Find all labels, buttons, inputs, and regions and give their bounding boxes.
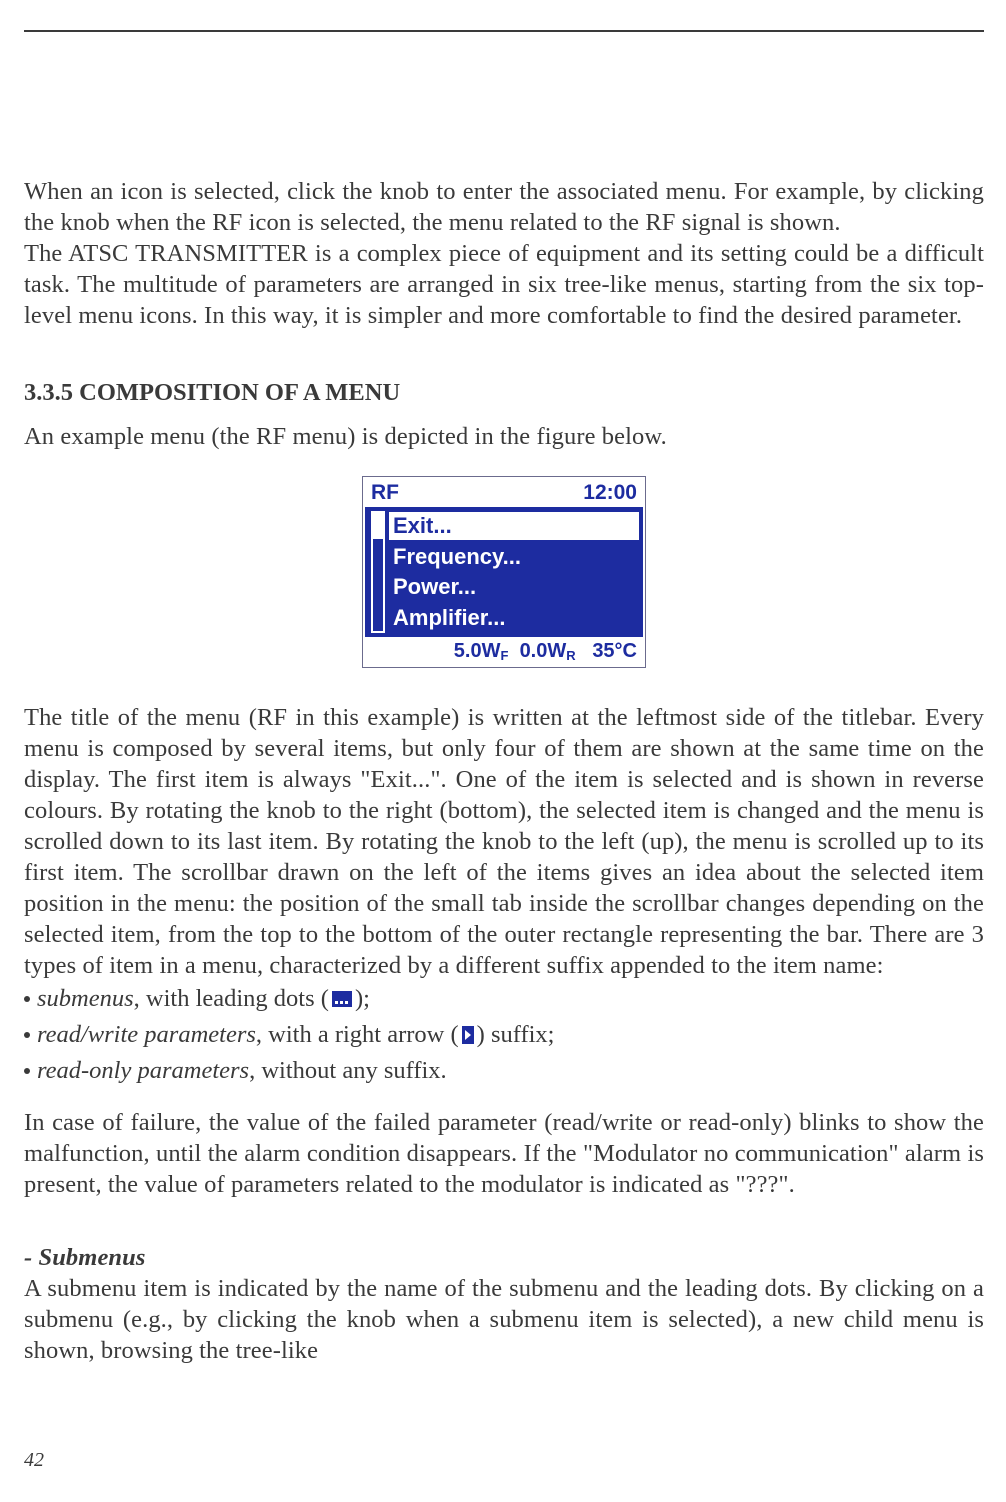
right-arrow-icon (462, 1026, 474, 1044)
leading-dots-icon (332, 991, 352, 1007)
item-type-readwrite: read/write parameters, with a right arro… (24, 1017, 984, 1053)
paragraph-submenus: A submenu item is indicated by the name … (24, 1273, 984, 1366)
lcd-title: RF (371, 479, 399, 507)
lcd-menu-item-amplifier: Amplifier... (389, 604, 639, 632)
header-rule (24, 30, 984, 32)
bullet-icon (24, 1068, 30, 1074)
body-content: When an icon is selected, click the knob… (24, 176, 984, 1366)
paragraph-menu-explain: The title of the menu (RF in this exampl… (24, 702, 984, 981)
item-type-readonly: read-only parameters, without any suffix… (24, 1053, 984, 1089)
lcd-figure: RF 12:00 Exit... Frequency... Power... A… (24, 452, 984, 702)
lcd-status-forward: 5.0WF (454, 640, 509, 662)
paragraph-failure: In case of failure, the value of the fai… (24, 1089, 984, 1200)
lcd-status-temp: 35°C (592, 640, 637, 662)
lcd-titlebar: RF 12:00 (365, 479, 643, 507)
page: When an icon is selected, click the knob… (0, 0, 1006, 1502)
lcd-clock: 12:00 (583, 479, 637, 507)
heading-335: 3.3.5 COMPOSITION OF A MENU (24, 331, 984, 421)
lcd-menu-item-power: Power... (389, 573, 639, 601)
lcd-panel: RF 12:00 Exit... Frequency... Power... A… (362, 476, 646, 668)
lcd-menu-item-frequency: Frequency... (389, 543, 639, 571)
bullet-icon (24, 996, 30, 1002)
paragraph-intro-1: When an icon is selected, click the knob… (24, 176, 984, 238)
lcd-scrollbar (371, 511, 385, 633)
lcd-statusbar: 5.0WF 0.0WR 35°C (365, 637, 643, 665)
item-type-submenus: submenus, with leading dots (); (24, 981, 984, 1017)
paragraph-intro-2: The ATSC TRANSMITTER is a complex piece … (24, 238, 984, 331)
lcd-status-reflected: 0.0WR (520, 640, 576, 662)
lcd-scrollbar-thumb (373, 513, 383, 539)
lcd-screen: RF 12:00 Exit... Frequency... Power... A… (365, 479, 643, 665)
subheading-submenus: - Submenus (24, 1200, 984, 1273)
item-types-list: submenus, with leading dots (); read/wri… (24, 981, 984, 1089)
lcd-menu-list: Exit... Frequency... Power... Amplifier.… (389, 511, 639, 633)
paragraph-figure-lead: An example menu (the RF menu) is depicte… (24, 421, 984, 452)
lcd-menu-item-exit: Exit... (389, 512, 639, 540)
bullet-icon (24, 1032, 30, 1038)
page-number: 42 (24, 1449, 44, 1472)
